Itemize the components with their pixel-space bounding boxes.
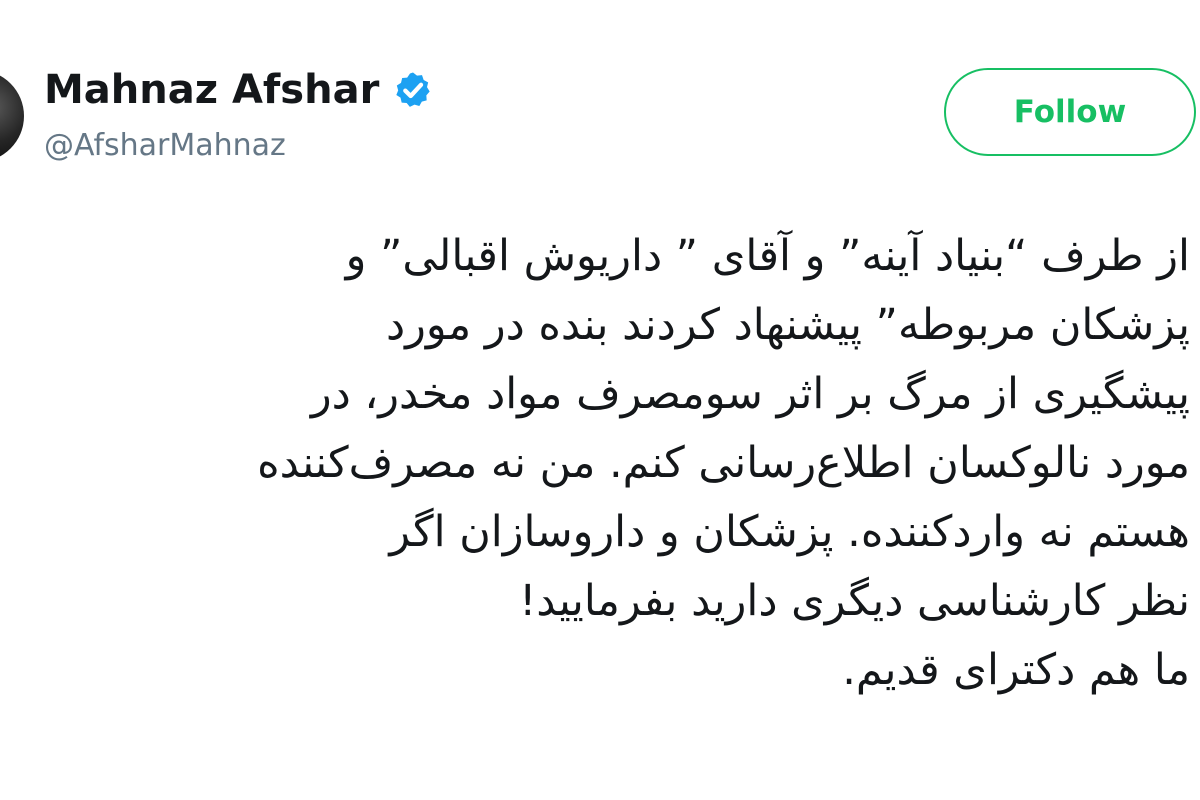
verified-badge-icon <box>396 72 430 107</box>
tweet-text: از طرف “بنیاد آینه” و آقای ” داریوش اقبا… <box>0 222 1190 705</box>
tweet-text-line: هستم نه واردکننده. پزشکان و داروسازان اگ… <box>389 507 1190 557</box>
tweet-text-line: از طرف “بنیاد آینه” و آقای ” داریوش اقبا… <box>345 231 1190 281</box>
tweet-text-line: مورد نالوکسان اطلاع‌رسانی کنم. من نه مصر… <box>257 438 1190 488</box>
user-avatar[interactable] <box>0 70 24 162</box>
tweet-text-line: ما هم دکترای قدیم. <box>842 645 1190 695</box>
tweet-text-line: نظر کارشناسی دیگری دارید بفرمایید! <box>519 576 1190 626</box>
author-handle[interactable]: @AfsharMahnaz <box>44 126 286 166</box>
author-name-row[interactable]: Mahnaz Afshar <box>44 63 433 117</box>
tweet-text-line: پیشگیری از مرگ بر اثر سومصرف مواد مخدر، … <box>310 369 1190 419</box>
follow-button[interactable]: Follow <box>944 68 1196 156</box>
author-display-name[interactable]: Mahnaz Afshar <box>44 63 379 117</box>
tweet-card: Mahnaz Afshar @AfsharMahnaz Follow از طر… <box>0 0 1200 800</box>
tweet-text-line: پزشکان مربوطه” پیشنهاد کردند بنده در مور… <box>385 300 1190 350</box>
